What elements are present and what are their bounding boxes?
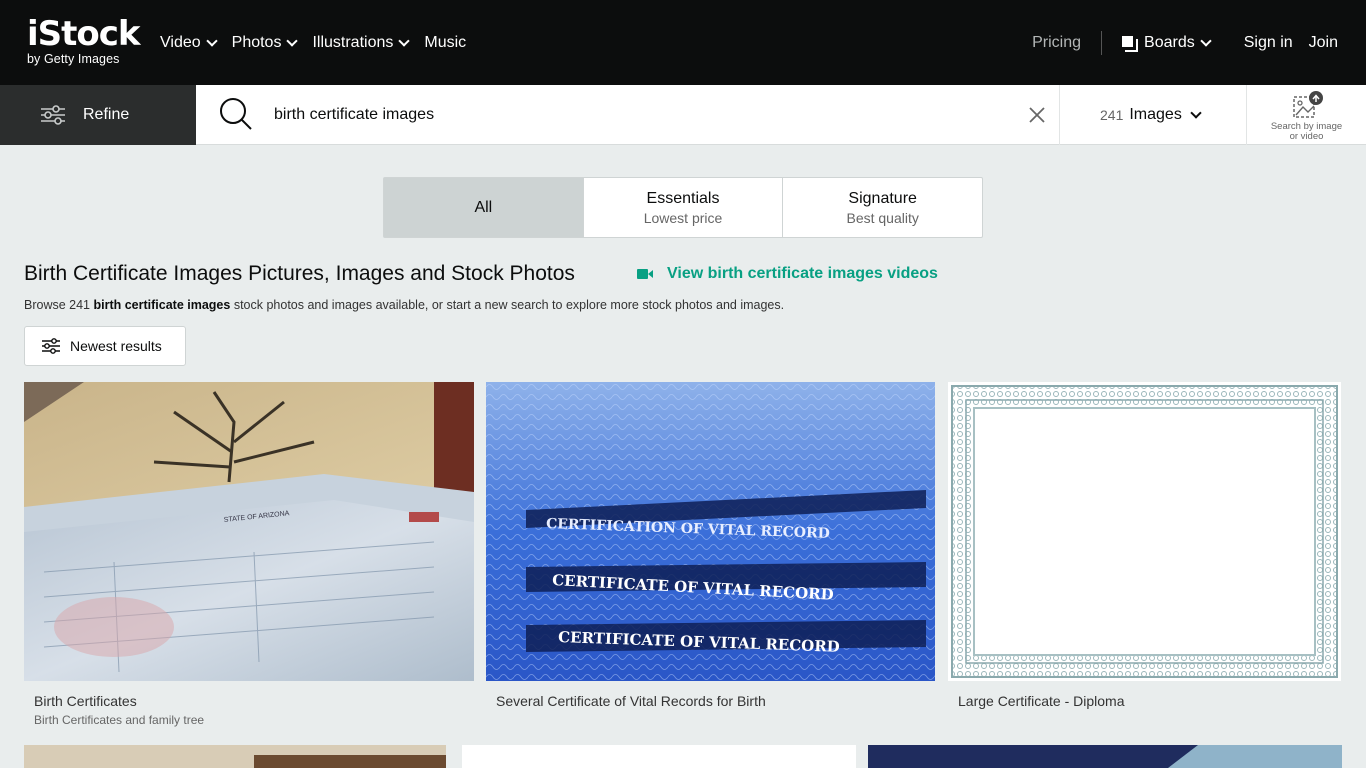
chevron-down-icon — [398, 34, 411, 47]
result-count: 241 — [1100, 107, 1124, 123]
nav-illustrations[interactable]: Illustrations — [312, 33, 411, 52]
search-input[interactable] — [274, 103, 974, 127]
logo-tagline: by Getty Images — [27, 52, 120, 66]
sort-button[interactable]: Newest results — [24, 326, 186, 366]
logo-wordmark: iStock — [27, 14, 141, 54]
result-title[interactable]: Large Certificate - Diploma — [958, 693, 1125, 709]
page-title: Birth Certificate Images Pictures, Image… — [24, 262, 575, 285]
search-by-image-button[interactable]: Search by image or video — [1246, 85, 1366, 145]
istock-logo[interactable]: iStock by Getty Images — [27, 14, 141, 69]
result-thumbnail[interactable]: STATE OF ARIZONA — [24, 382, 474, 681]
nav-photos-label: Photos — [231, 33, 282, 51]
result-title[interactable]: Birth Certificates — [34, 693, 137, 709]
filter-sliders-icon — [41, 105, 65, 125]
boards-menu[interactable]: Boards — [1122, 33, 1212, 52]
tab-all[interactable]: All — [384, 178, 584, 237]
sign-in-link[interactable]: Sign in — [1244, 34, 1293, 52]
result-thumbnail[interactable] — [868, 745, 1342, 768]
result-card[interactable]: Large Certificate - Diploma — [948, 382, 1341, 722]
media-type-label: Images — [1129, 106, 1182, 123]
nav-music[interactable]: Music — [424, 34, 466, 52]
search-icon — [220, 98, 252, 130]
account-nav: Pricing Boards Sign in Join — [1032, 0, 1366, 85]
nav-video[interactable]: Video — [160, 33, 218, 52]
video-camera-icon — [637, 269, 653, 279]
tab-essentials[interactable]: Essentials Lowest price — [584, 178, 784, 237]
sort-label: Newest results — [70, 338, 162, 354]
boards-label: Boards — [1144, 33, 1195, 51]
browse-summary: Browse 241 birth certificate images stoc… — [24, 298, 784, 312]
top-navigation: iStock by Getty Images Video Photos Illu… — [0, 0, 1366, 85]
result-thumbnail[interactable] — [948, 382, 1341, 681]
nav-photos[interactable]: Photos — [231, 33, 299, 52]
result-thumbnail[interactable]: CERTIFICATION OF VITAL RECORD CERTIFICAT… — [486, 382, 935, 681]
refine-label: Refine — [83, 106, 130, 123]
browse-keyword: birth certificate images — [93, 298, 231, 312]
result-subtitle: Birth Certificates and family tree — [34, 713, 205, 727]
boards-icon — [1122, 35, 1139, 52]
chevron-down-icon — [1200, 34, 1212, 47]
result-title[interactable]: Several Certificate of Vital Records for… — [496, 693, 766, 709]
close-icon[interactable] — [1027, 105, 1047, 125]
search-bar: Refine 241 Images Search by image or vid… — [0, 85, 1366, 145]
result-thumbnail[interactable] — [462, 745, 856, 768]
chevron-down-icon — [286, 34, 299, 47]
image-upload-icon — [1292, 91, 1323, 118]
media-type-select[interactable]: 241 Images — [1059, 85, 1246, 145]
tab-signature-title: Signature — [848, 189, 917, 207]
tab-signature-subtitle: Best quality — [846, 209, 919, 226]
tab-essentials-subtitle: Lowest price — [643, 209, 723, 226]
license-tabs: All Essentials Lowest price Signature Be… — [383, 177, 983, 238]
main-nav: Video Photos Illustrations Music — [160, 0, 482, 85]
tab-all-title: All — [474, 198, 493, 216]
refine-button[interactable]: Refine — [0, 85, 196, 145]
chevron-down-icon — [205, 34, 218, 47]
tab-essentials-title: Essentials — [646, 189, 720, 207]
nav-music-label: Music — [424, 33, 467, 51]
result-thumbnail[interactable] — [24, 745, 446, 768]
browse-suffix: stock photos and images available, or st… — [230, 298, 785, 312]
result-card[interactable]: CERTIFICATION OF VITAL RECORD CERTIFICAT… — [486, 382, 935, 722]
tab-signature[interactable]: Signature Best quality — [783, 178, 982, 237]
sort-sliders-icon — [42, 338, 60, 354]
search-by-image-label-1: Search by image — [1270, 121, 1343, 132]
nav-video-label: Video — [160, 33, 201, 51]
search-by-image-label-2: or video — [1289, 131, 1324, 142]
chevron-down-icon — [1190, 107, 1202, 119]
nav-illustrations-label: Illustrations — [312, 33, 394, 51]
result-card[interactable]: STATE OF ARIZONA Birth Certificates Birt… — [24, 382, 474, 732]
browse-prefix: Browse 241 — [24, 298, 94, 312]
view-videos-link[interactable]: View birth certificate images videos — [637, 265, 938, 283]
view-videos-label: View birth certificate images videos — [667, 265, 938, 282]
join-link[interactable]: Join — [1309, 34, 1338, 52]
pricing-link[interactable]: Pricing — [1032, 30, 1103, 55]
